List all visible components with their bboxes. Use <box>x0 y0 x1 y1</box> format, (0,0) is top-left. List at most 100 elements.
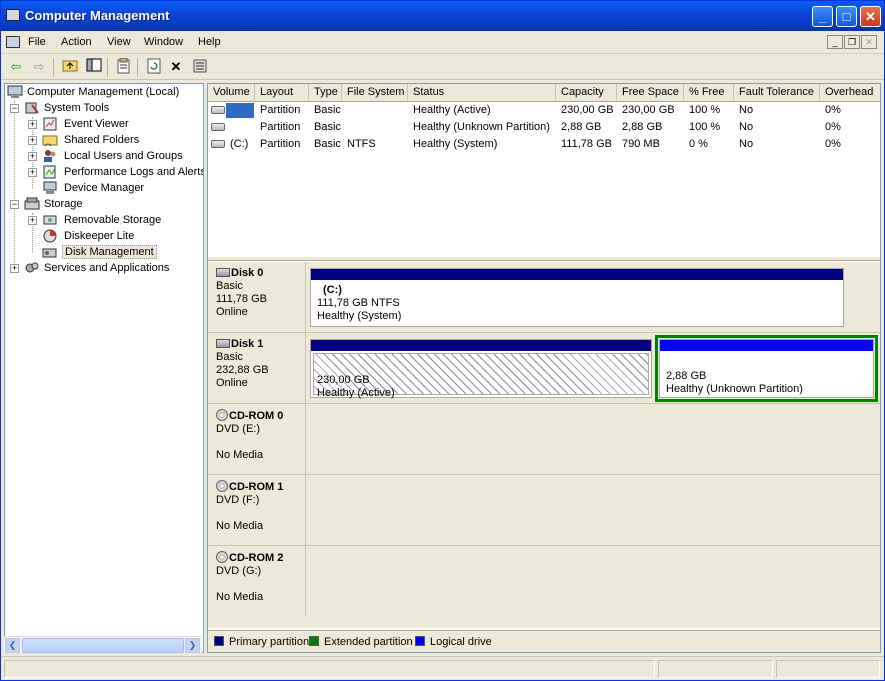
legend-extended: Extended partition <box>309 636 413 648</box>
tree-item-local-users[interactable]: Local Users and Groups <box>42 148 185 164</box>
child-minimize-button[interactable]: _ <box>827 35 843 49</box>
expand-toggle-event-viewer[interactable]: + <box>28 120 37 129</box>
tree-item-diskeeper-lite[interactable]: Diskeeper Lite <box>42 228 136 244</box>
child-restore-button[interactable]: ❐ <box>844 35 860 49</box>
logical-drive[interactable]: 2,88 GB Healthy (Unknown Partition) <box>659 339 874 398</box>
column-header-overhead[interactable]: Overhead <box>820 84 880 102</box>
collapse-toggle-system-tools[interactable]: − <box>10 104 19 113</box>
tree-item-storage[interactable]: Storage <box>24 196 85 212</box>
column-header-fault-tolerance[interactable]: Fault Tolerance <box>734 84 820 102</box>
cell-layout: Partition <box>260 138 301 150</box>
collapse-toggle-storage[interactable]: − <box>10 200 19 209</box>
cdrom-icon <box>216 409 228 421</box>
volume-list-header: Volume Layout Type File System Status Ca… <box>208 84 880 102</box>
partition-size: 111,78 GB NTFS <box>317 297 400 309</box>
expand-toggle-removable-storage[interactable]: + <box>28 216 37 225</box>
performance-logs-icon <box>43 165 56 179</box>
column-header-percent-free[interactable]: % Free <box>684 84 734 102</box>
window-title: Computer Management <box>25 8 170 23</box>
delete-icon[interactable]: ✕ <box>167 58 185 76</box>
partition-c[interactable]: (C:) 111,78 GB NTFS Healthy (System) <box>310 268 844 327</box>
properties-icon[interactable] <box>115 57 133 76</box>
back-arrow-icon[interactable]: ⇦ <box>7 58 25 76</box>
hard-disk-icon <box>216 339 230 348</box>
legend-label: Extended partition <box>324 636 413 648</box>
column-header-status[interactable]: Status <box>408 84 556 102</box>
disk-info-cdrom-0[interactable]: CD-ROM 0 DVD (E:) No Media <box>208 404 306 474</box>
volume-row[interactable]: (C:) Partition Basic NTFS Healthy (Syste… <box>208 136 880 153</box>
tree-item-system-tools[interactable]: System Tools <box>24 100 111 116</box>
volume-row[interactable]: Partition Basic Healthy (Active) 230,00 … <box>208 102 880 119</box>
cell-percent-free: 100 % <box>689 121 721 133</box>
minimize-button[interactable]: _ <box>812 6 833 27</box>
scroll-thumb[interactable] <box>22 638 184 653</box>
tree-label: Local Users and Groups <box>64 150 183 162</box>
child-close-button[interactable]: ✕ <box>861 35 877 49</box>
tree-label: Storage <box>44 198 83 210</box>
partition-status: Healthy (Unknown Partition) <box>666 383 803 395</box>
disk-info-cdrom-1[interactable]: CD-ROM 1 DVD (F:) No Media <box>208 475 306 545</box>
drive-letter: DVD (G:) <box>216 565 262 577</box>
disk-row-cdrom-2: CD-ROM 2 DVD (G:) No Media <box>208 546 880 617</box>
column-header-capacity[interactable]: Capacity <box>556 84 617 102</box>
tree-label: Removable Storage <box>64 214 162 226</box>
expand-toggle-local-users[interactable]: + <box>28 152 37 161</box>
column-header-type[interactable]: Type <box>309 84 342 102</box>
extended-partition-frame[interactable]: 2,88 GB Healthy (Unknown Partition) <box>655 335 878 402</box>
menu-help[interactable]: Help <box>198 36 221 48</box>
tree-item-device-manager[interactable]: Device Manager <box>42 180 146 196</box>
storage-icon <box>24 197 40 210</box>
refresh-icon[interactable] <box>145 58 163 76</box>
forward-arrow-icon[interactable]: ⇨ <box>30 58 48 76</box>
expand-toggle-services[interactable]: + <box>10 264 19 273</box>
cell-fault-tolerance: No <box>739 104 754 116</box>
title-bar[interactable]: Computer Management _ □ ✕ <box>1 1 884 31</box>
legend-label: Logical drive <box>430 636 492 648</box>
scroll-left-arrow-icon[interactable]: ❮ <box>5 638 20 653</box>
disk-info-cdrom-2[interactable]: CD-ROM 2 DVD (G:) No Media <box>208 546 306 616</box>
volume-row[interactable]: Partition Basic Healthy (Unknown Partiti… <box>208 119 880 136</box>
expand-toggle-perf-logs[interactable]: + <box>28 168 37 177</box>
menu-view[interactable]: View <box>107 36 131 48</box>
cell-free-space: 2,88 GB <box>622 121 663 133</box>
disk-info-disk-0[interactable]: Disk 0 Basic 111,78 GB Online <box>208 262 306 332</box>
menu-window[interactable]: Window <box>144 36 183 48</box>
column-header-free-space[interactable]: Free Space <box>617 84 684 102</box>
column-header-volume[interactable]: Volume <box>208 84 255 102</box>
disk-name: Disk 0 <box>231 267 264 279</box>
tree-horizontal-scrollbar[interactable]: ❮ ❯ <box>4 636 202 653</box>
disk-row-cdrom-0: CD-ROM 0 DVD (E:) No Media <box>208 404 880 475</box>
menu-action[interactable]: Action <box>61 36 92 48</box>
tree-item-services-apps[interactable]: Services and Applications <box>24 260 171 276</box>
show-hide-tree-icon[interactable] <box>85 58 103 76</box>
hard-disk-icon <box>216 268 230 277</box>
close-button[interactable]: ✕ <box>860 6 881 27</box>
removable-storage-icon <box>43 215 57 225</box>
expand-toggle-shared-folders[interactable]: + <box>28 136 37 145</box>
menu-file[interactable]: File <box>28 36 46 48</box>
pane-splitter[interactable] <box>208 256 880 261</box>
cell-status: Healthy (Unknown Partition) <box>413 121 550 133</box>
tree-item-disk-management[interactable]: Disk Management <box>42 244 157 260</box>
export-list-icon[interactable] <box>191 58 209 76</box>
legend-logical: Logical drive <box>415 636 492 648</box>
tree-item-event-viewer[interactable]: Event Viewer <box>42 116 131 132</box>
column-header-layout[interactable]: Layout <box>255 84 309 102</box>
partition-active[interactable]: 230,00 GB Healthy (Active) <box>310 339 652 399</box>
disk-info-disk-1[interactable]: Disk 1 Basic 232,88 GB Online <box>208 333 306 403</box>
maximize-button[interactable]: □ <box>836 6 857 27</box>
partition-status: Healthy (Active) <box>317 387 395 399</box>
disk-row-disk-0: Disk 0 Basic 111,78 GB Online (C:) 111,7… <box>208 262 880 333</box>
scroll-right-arrow-icon[interactable]: ❯ <box>185 638 200 653</box>
up-folder-icon[interactable] <box>61 58 79 76</box>
tree-item-removable-storage[interactable]: Removable Storage <box>42 212 163 228</box>
tree-item-performance-logs[interactable]: Performance Logs and Alerts <box>42 164 203 180</box>
column-header-file-system[interactable]: File System <box>342 84 408 102</box>
tree-item-root[interactable]: Computer Management (Local) <box>7 84 181 100</box>
tree-item-shared-folders[interactable]: Shared Folders <box>42 132 141 148</box>
disk-size: 111,78 GB <box>216 293 267 305</box>
toolbar-separator <box>137 58 138 76</box>
disk-name: CD-ROM 1 <box>229 481 284 493</box>
legend-swatch <box>309 636 319 646</box>
child-window-icon[interactable] <box>6 36 20 48</box>
